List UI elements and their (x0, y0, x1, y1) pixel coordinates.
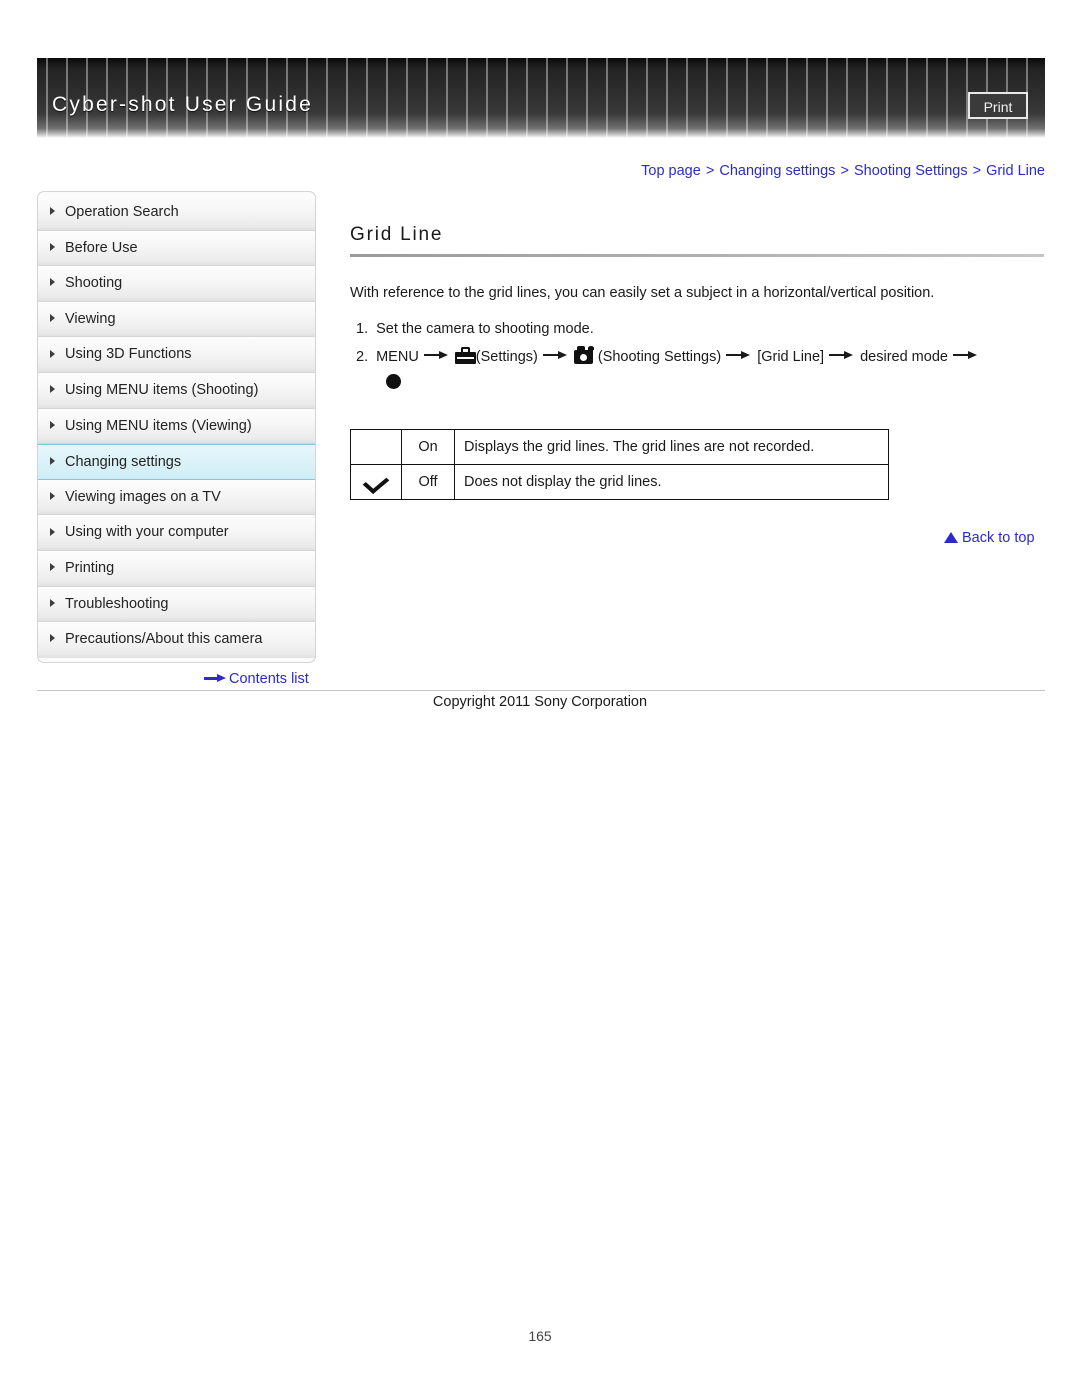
sidebar-item-label: Before Use (65, 239, 138, 256)
chevron-right-icon (50, 207, 55, 216)
sidebar-item-using-menu-items-shooting[interactable]: Using MENU items (Shooting) (38, 372, 315, 409)
breadcrumb-separator: > (840, 163, 849, 179)
sidebar-item-label: Operation Search (65, 204, 179, 220)
sidebar-item-using-3d-functions[interactable]: Using 3D Functions (38, 337, 315, 373)
sidebar-item-label: Using with your computer (65, 524, 229, 541)
step-2-shooting-settings-label: (Shooting Settings) (597, 348, 722, 365)
breadcrumb-separator: > (972, 163, 982, 179)
step-2-number: 2. (356, 348, 369, 365)
breadcrumb-item-grid-line[interactable]: Grid Line (986, 163, 1045, 179)
default-marker-cell (350, 428, 402, 465)
table-row: Off Does not display the grid lines. (350, 463, 889, 500)
step-2-settings-label: (Settings) (475, 348, 538, 365)
sidebar-navigation: Operation Search Before Use Shooting Vie… (37, 191, 316, 663)
sidebar-item-before-use[interactable]: Before Use (38, 230, 315, 267)
step-1: 1. Set the camera to shooting mode. (350, 316, 1045, 344)
chevron-right-icon (50, 527, 55, 536)
sidebar-item-changing-settings[interactable]: Changing settings (38, 444, 315, 480)
breadcrumb: Top page > Changing settings > Shooting … (641, 163, 1045, 179)
chevron-right-icon (50, 385, 55, 394)
sidebar-item-using-with-your-computer[interactable]: Using with your computer (38, 515, 315, 551)
chevron-right-icon (50, 420, 55, 429)
chevron-right-icon (50, 457, 55, 466)
sidebar-item-label: Using 3D Functions (65, 346, 192, 363)
contents-list-label: Contents list (229, 671, 309, 687)
step-2-desired-mode-label: desired mode (860, 348, 948, 365)
footer-divider (37, 690, 1045, 691)
chevron-right-icon (50, 242, 55, 251)
title-divider (350, 254, 1044, 257)
arrow-right-icon (204, 673, 226, 683)
step-1-text: Set the camera to shooting mode. (376, 321, 594, 338)
option-description-cell: Displays the grid lines. The grid lines … (454, 428, 889, 465)
step-1-number: 1. (356, 321, 369, 338)
sidebar-item-label: Using MENU items (Viewing) (65, 417, 252, 434)
breadcrumb-separator: > (705, 163, 715, 179)
sidebar-item-label: Troubleshooting (65, 595, 169, 612)
sidebar-item-viewing-images-on-a-tv[interactable]: Viewing images on a TV (38, 479, 315, 516)
sidebar-item-label: Changing settings (65, 454, 182, 471)
chevron-right-icon (50, 563, 55, 572)
main-content: Grid Line With reference to the grid lin… (350, 224, 1045, 500)
table-row: On Displays the grid lines. The grid lin… (350, 428, 889, 465)
sidebar-item-label: Using MENU items (Shooting) (65, 381, 259, 398)
option-mode-cell: On (401, 428, 455, 465)
sidebar-item-label: Shooting (65, 275, 123, 292)
step-2-continuation (350, 373, 1045, 390)
contents-list-link[interactable]: Contents list (204, 671, 309, 687)
sidebar-item-printing[interactable]: Printing (38, 550, 315, 587)
breadcrumb-item-shooting-settings[interactable]: Shooting Settings (854, 163, 968, 179)
sidebar-item-precautions-about-this-camera[interactable]: Precautions/About this camera (38, 622, 315, 658)
chevron-right-icon (50, 349, 55, 358)
triangle-up-icon (944, 531, 958, 543)
step-2: 2. MENU (Settings) (Shooting Settings) [Grid… (350, 344, 1045, 372)
sidebar-item-label: Viewing (65, 310, 116, 327)
arrow-right-icon (829, 350, 855, 360)
toolbox-settings-icon (454, 346, 476, 364)
arrow-right-icon (423, 350, 450, 360)
option-mode-cell: Off (401, 463, 455, 500)
sidebar-item-label: Viewing images on a TV (65, 488, 221, 505)
sidebar-item-troubleshooting[interactable]: Troubleshooting (38, 586, 315, 623)
sidebar-item-using-menu-items-viewing[interactable]: Using MENU items (Viewing) (38, 408, 315, 445)
check-icon (367, 474, 386, 486)
sidebar-item-label: Precautions/About this camera (65, 631, 263, 648)
arrow-right-icon (726, 350, 752, 360)
breadcrumb-item-top-page[interactable]: Top page (641, 163, 701, 179)
sidebar-item-operation-search[interactable]: Operation Search (38, 195, 315, 231)
default-marker-cell (350, 463, 402, 500)
page-title: Grid Line (350, 224, 444, 245)
sidebar-item-shooting[interactable]: Shooting (38, 266, 315, 302)
step-2-menu-label: MENU (376, 348, 419, 365)
chevron-right-icon (50, 598, 55, 607)
arrow-right-icon (542, 350, 569, 360)
grid-line-options-table: On Displays the grid lines. The grid lin… (350, 428, 889, 500)
option-description-cell: Does not display the grid lines. (454, 463, 889, 500)
arrow-right-icon (952, 350, 979, 360)
intro-paragraph: With reference to the grid lines, you ca… (350, 285, 935, 301)
back-to-top-label: Back to top (962, 530, 1035, 546)
sidebar-item-viewing[interactable]: Viewing (38, 301, 315, 338)
print-button[interactable]: Print (968, 92, 1028, 119)
step-2-grid-line-label: [Grid Line] (757, 348, 825, 365)
chevron-right-icon (50, 313, 55, 322)
chevron-right-icon (50, 634, 55, 643)
camera-settings-icon (573, 346, 598, 365)
center-button-icon (386, 373, 401, 389)
sidebar-item-label: Printing (65, 559, 115, 576)
page-number: 165 (528, 1328, 552, 1344)
back-to-top-link[interactable]: Back to top (944, 530, 1035, 546)
chevron-right-icon (50, 278, 55, 287)
app-title: Cyber-shot User Guide (52, 93, 313, 116)
chevron-right-icon (50, 491, 55, 500)
breadcrumb-item-changing-settings[interactable]: Changing settings (719, 163, 835, 179)
copyright-text: Copyright 2011 Sony Corporation (432, 694, 648, 710)
